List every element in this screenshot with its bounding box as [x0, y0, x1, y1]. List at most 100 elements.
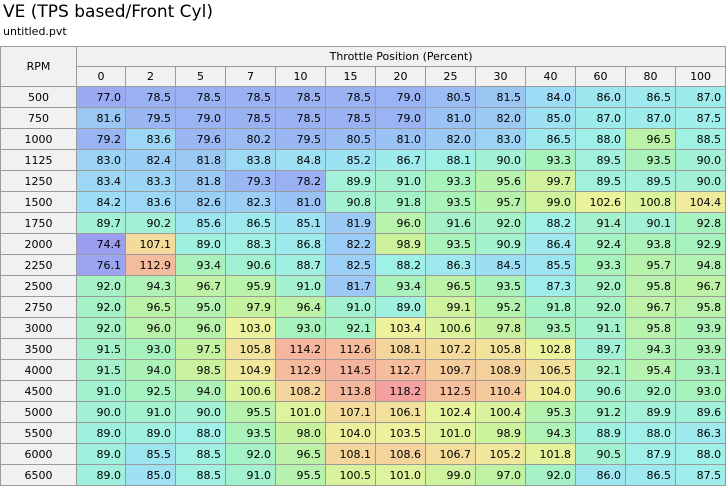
ve-cell[interactable]: 90.8 — [325, 191, 376, 213]
ve-cell[interactable]: 83.4 — [76, 170, 126, 192]
ve-cell[interactable]: 98.9 — [375, 233, 426, 255]
ve-cell[interactable]: 82.2 — [325, 233, 376, 255]
ve-cell[interactable]: 90.0 — [674, 170, 727, 192]
ve-cell[interactable]: 79.0 — [175, 107, 226, 129]
ve-cell[interactable]: 85.5 — [125, 443, 176, 465]
ve-cell[interactable]: 91.5 — [76, 338, 126, 360]
ve-cell[interactable]: 100.6 — [425, 317, 476, 339]
ve-cell[interactable]: 86.7 — [375, 149, 426, 171]
ve-cell[interactable]: 94.8 — [674, 254, 727, 276]
ve-cell[interactable]: 78.5 — [275, 86, 326, 108]
ve-cell[interactable]: 93.3 — [525, 149, 576, 171]
ve-cell[interactable]: 86.8 — [275, 233, 326, 255]
ve-cell[interactable]: 99.7 — [525, 170, 576, 192]
ve-cell[interactable]: 81.8 — [175, 170, 226, 192]
ve-cell[interactable]: 88.2 — [375, 254, 426, 276]
ve-cell[interactable]: 88.0 — [175, 422, 226, 444]
ve-cell[interactable]: 85.2 — [325, 149, 376, 171]
ve-cell[interactable]: 106.1 — [375, 401, 426, 423]
ve-cell[interactable]: 85.1 — [275, 212, 326, 234]
ve-cell[interactable]: 105.8 — [225, 338, 276, 360]
ve-cell[interactable]: 82.0 — [425, 128, 476, 150]
ve-cell[interactable]: 91.0 — [325, 296, 376, 318]
ve-cell[interactable]: 81.8 — [175, 149, 226, 171]
ve-cell[interactable]: 104.0 — [325, 422, 376, 444]
ve-cell[interactable]: 83.3 — [125, 170, 176, 192]
ve-cell[interactable]: 78.5 — [275, 107, 326, 129]
ve-cell[interactable]: 96.7 — [175, 275, 226, 297]
ve-cell[interactable]: 93.5 — [475, 275, 526, 297]
ve-cell[interactable]: 97.8 — [475, 317, 526, 339]
ve-cell[interactable]: 78.5 — [325, 107, 376, 129]
ve-cell[interactable]: 91.0 — [76, 380, 126, 402]
ve-cell[interactable]: 84.2 — [76, 191, 126, 213]
ve-cell[interactable]: 92.0 — [225, 443, 276, 465]
ve-cell[interactable]: 99.1 — [425, 296, 476, 318]
ve-cell[interactable]: 91.8 — [375, 191, 426, 213]
ve-cell[interactable]: 82.3 — [225, 191, 276, 213]
ve-cell[interactable]: 92.4 — [575, 233, 626, 255]
ve-cell[interactable]: 79.0 — [375, 107, 426, 129]
ve-cell[interactable]: 78.5 — [225, 86, 276, 108]
ve-cell[interactable]: 89.0 — [125, 422, 176, 444]
ve-cell[interactable]: 87.0 — [575, 107, 626, 129]
ve-cell[interactable]: 114.5 — [325, 359, 376, 381]
ve-cell[interactable]: 93.1 — [674, 359, 727, 381]
ve-cell[interactable]: 90.5 — [575, 443, 626, 465]
ve-cell[interactable]: 88.0 — [575, 128, 626, 150]
ve-cell[interactable]: 93.5 — [525, 317, 576, 339]
ve-cell[interactable]: 89.0 — [375, 296, 426, 318]
ve-cell[interactable]: 91.0 — [275, 275, 326, 297]
ve-cell[interactable]: 78.5 — [125, 86, 176, 108]
ve-cell[interactable]: 92.0 — [475, 212, 526, 234]
ve-cell[interactable]: 94.3 — [525, 422, 576, 444]
ve-cell[interactable]: 93.5 — [425, 233, 476, 255]
ve-cell[interactable]: 86.0 — [575, 86, 626, 108]
ve-cell[interactable]: 89.6 — [674, 401, 727, 423]
ve-cell[interactable]: 82.4 — [125, 149, 176, 171]
ve-cell[interactable]: 101.0 — [425, 422, 476, 444]
ve-cell[interactable]: 93.3 — [425, 170, 476, 192]
ve-cell[interactable]: 86.5 — [525, 128, 576, 150]
ve-cell[interactable]: 79.6 — [175, 128, 226, 150]
ve-cell[interactable]: 91.5 — [76, 359, 126, 381]
ve-cell[interactable]: 89.9 — [325, 170, 376, 192]
ve-cell[interactable]: 92.0 — [525, 464, 576, 486]
ve-cell[interactable]: 86.4 — [525, 233, 576, 255]
ve-cell[interactable]: 85.0 — [525, 107, 576, 129]
ve-cell[interactable]: 83.0 — [475, 128, 526, 150]
ve-cell[interactable]: 78.2 — [275, 170, 326, 192]
ve-cell[interactable]: 108.9 — [475, 359, 526, 381]
ve-cell[interactable]: 93.3 — [575, 254, 626, 276]
ve-cell[interactable]: 80.5 — [425, 86, 476, 108]
ve-cell[interactable]: 89.7 — [575, 338, 626, 360]
ve-cell[interactable]: 82.6 — [175, 191, 226, 213]
ve-cell[interactable]: 108.1 — [375, 338, 426, 360]
ve-cell[interactable]: 81.0 — [425, 107, 476, 129]
ve-cell[interactable]: 89.7 — [76, 212, 126, 234]
ve-cell[interactable]: 81.5 — [475, 86, 526, 108]
ve-cell[interactable]: 106.5 — [525, 359, 576, 381]
ve-cell[interactable]: 91.1 — [575, 317, 626, 339]
ve-cell[interactable]: 104.9 — [225, 359, 276, 381]
ve-cell[interactable]: 88.5 — [175, 464, 226, 486]
ve-cell[interactable]: 83.6 — [125, 128, 176, 150]
ve-cell[interactable]: 95.3 — [525, 401, 576, 423]
ve-cell[interactable]: 96.0 — [175, 317, 226, 339]
ve-cell[interactable]: 104.0 — [525, 380, 576, 402]
ve-cell[interactable]: 92.0 — [625, 380, 676, 402]
ve-cell[interactable]: 108.2 — [275, 380, 326, 402]
ve-cell[interactable]: 95.8 — [625, 317, 676, 339]
ve-cell[interactable]: 91.2 — [575, 401, 626, 423]
ve-cell[interactable]: 94.3 — [625, 338, 676, 360]
ve-cell[interactable]: 84.5 — [475, 254, 526, 276]
ve-cell[interactable]: 90.0 — [674, 149, 727, 171]
ve-cell[interactable]: 92.0 — [76, 275, 126, 297]
ve-cell[interactable]: 105.2 — [475, 443, 526, 465]
ve-cell[interactable]: 79.0 — [375, 86, 426, 108]
ve-cell[interactable]: 86.5 — [625, 86, 676, 108]
ve-cell[interactable]: 77.0 — [76, 86, 126, 108]
ve-cell[interactable]: 108.6 — [375, 443, 426, 465]
ve-cell[interactable]: 88.1 — [425, 149, 476, 171]
ve-cell[interactable]: 98.9 — [475, 422, 526, 444]
